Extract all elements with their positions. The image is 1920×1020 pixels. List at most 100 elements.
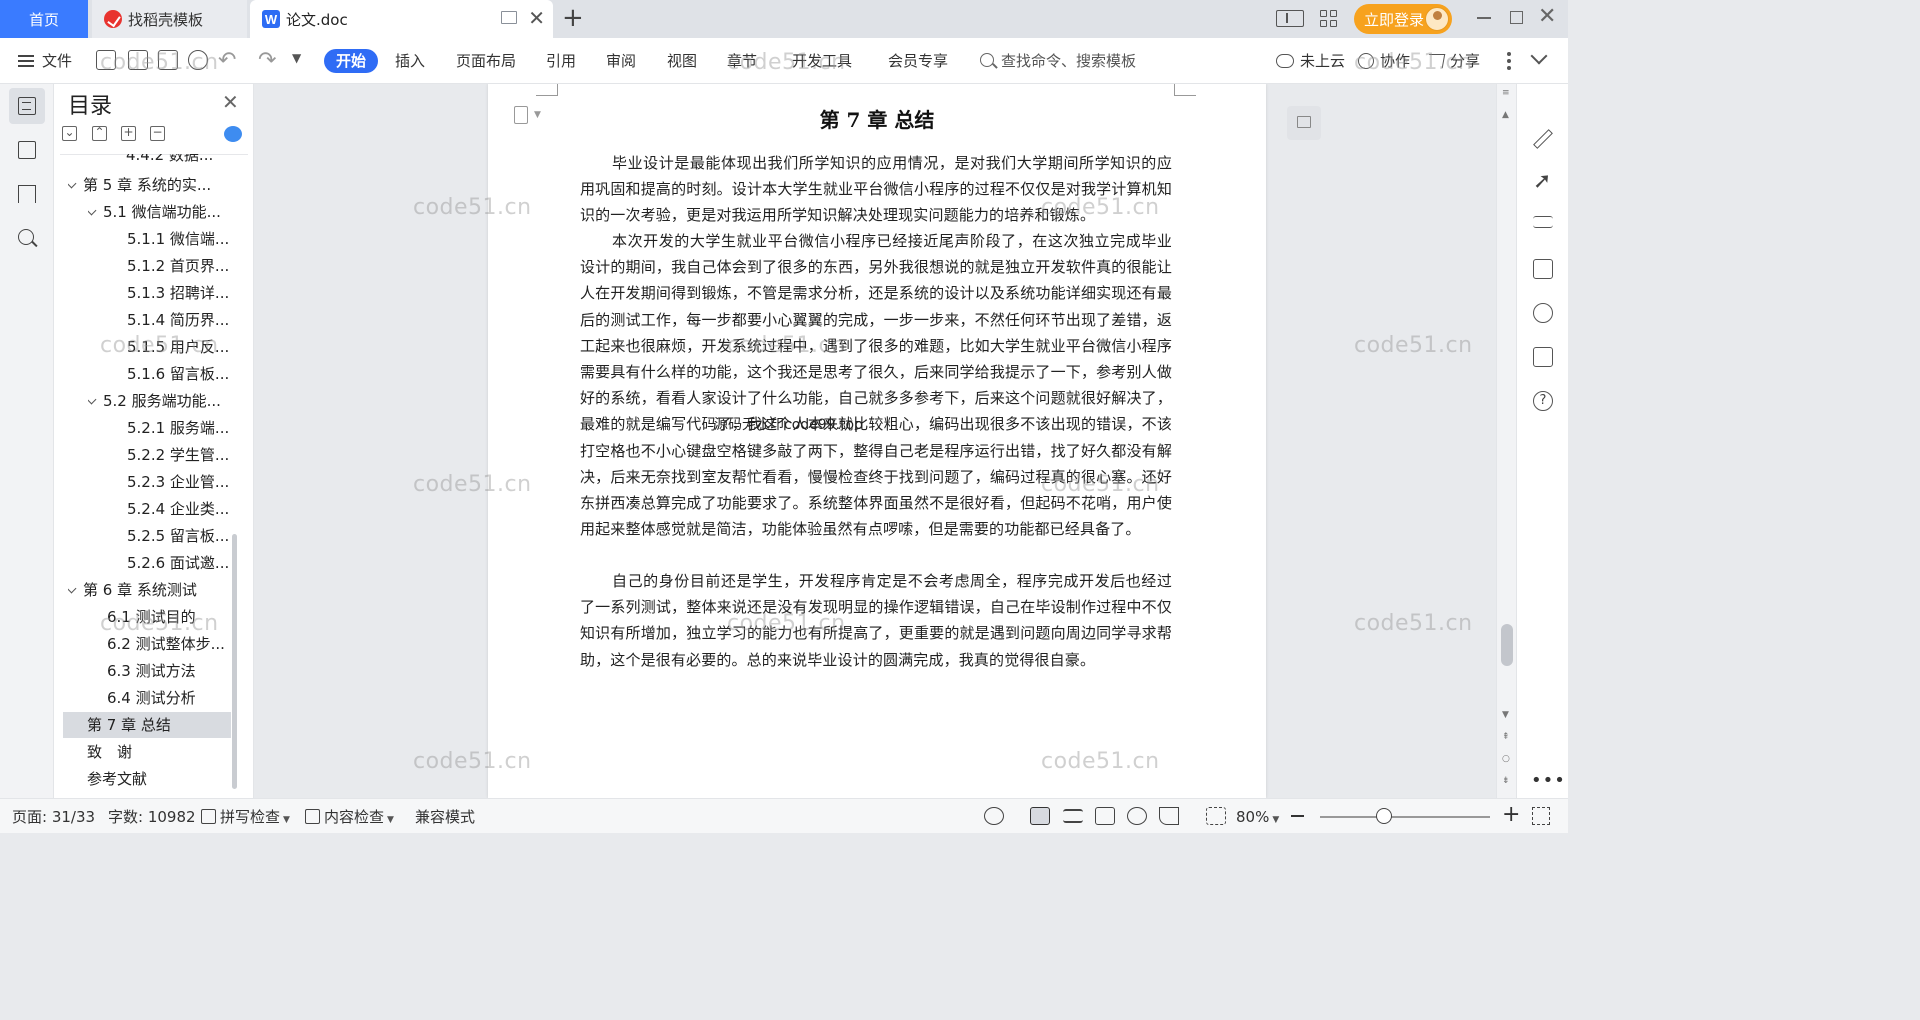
scroll-thumb[interactable] [1501, 624, 1513, 666]
add-heading-icon[interactable]: + [121, 126, 136, 141]
print-icon[interactable] [158, 50, 178, 70]
word-count[interactable]: 字数: 10982 [108, 807, 196, 827]
tab-home[interactable]: 首页 [0, 0, 88, 38]
toc-close-icon[interactable]: ✕ [222, 90, 239, 114]
more-tools-icon[interactable]: ••• [1531, 770, 1566, 791]
prev-page-icon[interactable]: ⇞ [1502, 732, 1510, 742]
toc-scrollbar[interactable] [232, 534, 237, 789]
content-check-button[interactable]: 内容检查 ▼ [305, 807, 394, 830]
expand-caret-icon[interactable] [88, 394, 97, 405]
ribbon-tab-layout[interactable]: 页面布局 [456, 49, 516, 73]
collaborate-button[interactable]: 协作 [1358, 49, 1410, 73]
remove-heading-icon[interactable]: − [150, 126, 165, 141]
zoom-out-icon[interactable] [1291, 815, 1304, 817]
bookmark-panel-button[interactable] [9, 176, 45, 212]
fit-page-icon[interactable] [1206, 807, 1226, 825]
adjust-slider-icon[interactable] [1533, 216, 1553, 228]
toc-item[interactable]: 5.2.3 企业管... [127, 469, 244, 495]
ribbon-tab-member[interactable]: 会员专享 [888, 49, 948, 73]
share-button[interactable]: 分享 [1426, 49, 1480, 73]
command-search-input[interactable]: 查找命令、搜索模板 [1001, 49, 1136, 73]
find-panel-button[interactable] [9, 220, 45, 256]
page-indicator[interactable]: 页面: 31/33 [12, 807, 95, 827]
toc-item[interactable]: 5.2.4 企业类... [127, 496, 244, 522]
toc-item[interactable]: 5.1 微信端功能... [88, 199, 244, 225]
expand-caret-icon[interactable] [88, 205, 97, 216]
toc-item[interactable]: 5.2 服务端功能... [88, 388, 244, 414]
zoom-slider[interactable] [1320, 816, 1490, 818]
more-options-icon[interactable] [1507, 52, 1511, 70]
fullscreen-icon[interactable] [1532, 807, 1550, 825]
write-mode-icon[interactable] [1159, 807, 1179, 825]
zoom-level-dropdown[interactable]: 80% ▼ [1236, 807, 1279, 830]
ai-assistant-icon[interactable] [224, 126, 242, 142]
page-view-icon[interactable] [1030, 807, 1050, 825]
toc-item[interactable]: 5.1.4 简历界... [127, 307, 244, 333]
tab-document[interactable]: W 论文.doc ✕ [250, 0, 553, 38]
translate-book-icon[interactable] [1533, 347, 1553, 367]
navigation-panel-button[interactable] [9, 132, 45, 168]
expand-caret-icon[interactable] [68, 583, 77, 594]
toc-item[interactable]: 6.2 测试整体步... [107, 631, 244, 657]
toc-item[interactable]: 5.2.6 面试邀... [127, 550, 244, 576]
toc-panel-button[interactable] [9, 88, 45, 124]
toc-item[interactable]: 5.1.6 留言板... [127, 361, 244, 387]
toc-item[interactable]: 4.4.2 数据... [126, 154, 244, 168]
toc-item[interactable]: 6.3 测试方法 [107, 658, 244, 684]
screen-icon[interactable] [501, 11, 517, 24]
restore-icon[interactable] [1510, 11, 1523, 24]
file-menu-button[interactable]: 文件 [18, 50, 72, 71]
tab-template-store[interactable]: 找稻壳模板 [92, 0, 247, 38]
help-icon[interactable]: ? [1533, 391, 1553, 411]
login-button[interactable]: 立即登录 [1354, 4, 1452, 34]
toc-item[interactable]: 第 5 章 系统的实... [68, 172, 244, 198]
toc-item[interactable]: 5.1.5 用户反... [127, 334, 244, 360]
next-page-icon[interactable]: ⇟ [1502, 776, 1510, 786]
expand-caret-icon[interactable] [68, 178, 77, 189]
ribbon-tab-section[interactable]: 章节 [727, 49, 757, 73]
collapse-ribbon-icon[interactable] [1530, 47, 1548, 65]
pen-icon[interactable] [1533, 129, 1553, 149]
quick-access-more-icon[interactable]: ▼ [292, 51, 301, 65]
search-icon[interactable] [980, 53, 994, 67]
select-cursor-icon[interactable]: ➚ [1533, 171, 1553, 193]
eye-protection-icon[interactable] [984, 807, 1004, 825]
select-browse-icon[interactable]: ○ [1502, 754, 1510, 764]
zoom-in-icon[interactable]: + [1502, 804, 1520, 826]
ribbon-tab-developer[interactable]: 开发工具 [792, 49, 852, 73]
ribbon-tab-references[interactable]: 引用 [546, 49, 576, 73]
scroll-down-icon[interactable]: ▼ [1502, 710, 1509, 720]
ribbon-tab-review[interactable]: 审阅 [606, 49, 636, 73]
ai-lightning-icon[interactable] [1533, 303, 1553, 323]
document-page[interactable]: ▼ 第 7 章 总结 毕业设计是最能体现出我们所学知识的应用情况，是对我们大学期… [488, 84, 1266, 798]
ribbon-tab-view[interactable]: 视图 [667, 49, 697, 73]
save-icon[interactable] [96, 50, 116, 70]
page-side-toggle-icon[interactable] [1287, 106, 1321, 140]
window-layout-icon[interactable] [1276, 10, 1304, 27]
undo-icon[interactable]: ↶ [218, 48, 236, 73]
collapse-all-icon[interactable]: ⌄ [62, 126, 77, 141]
toc-item[interactable]: 6.1 测试目的 [107, 604, 244, 630]
outline-view-icon[interactable] [1063, 809, 1083, 823]
redo-icon[interactable]: ↷ [258, 48, 276, 73]
toc-item-selected[interactable]: 第 7 章 总结 [63, 712, 231, 738]
window-close-icon[interactable]: ✕ [1538, 4, 1556, 29]
toc-item[interactable]: 5.2.5 留言板... [127, 523, 244, 549]
expand-up-icon[interactable]: ⌃ [92, 126, 107, 141]
minimize-icon[interactable] [1477, 17, 1491, 19]
toc-item[interactable]: 致 谢 [87, 739, 244, 765]
image-tool-icon[interactable] [1533, 259, 1553, 279]
tab-close-icon[interactable]: ✕ [528, 8, 545, 28]
apps-grid-icon[interactable] [1320, 10, 1338, 28]
zoom-slider-handle[interactable] [1376, 808, 1392, 824]
toc-item[interactable]: 6.4 测试分析 [107, 685, 244, 711]
toc-item[interactable]: 5.2.2 学生管... [127, 442, 244, 468]
toc-item[interactable]: 5.2.1 服务端... [127, 415, 244, 441]
print-preview-icon[interactable] [188, 50, 208, 70]
ribbon-tab-insert[interactable]: 插入 [395, 49, 425, 73]
web-view-icon[interactable] [1127, 807, 1147, 825]
ribbon-tab-home[interactable]: 开始 [324, 49, 379, 73]
scroll-top-icon[interactable]: ≡ [1502, 88, 1510, 98]
export-icon[interactable] [128, 50, 148, 70]
cloud-status-button[interactable]: 未上云 [1276, 49, 1345, 73]
